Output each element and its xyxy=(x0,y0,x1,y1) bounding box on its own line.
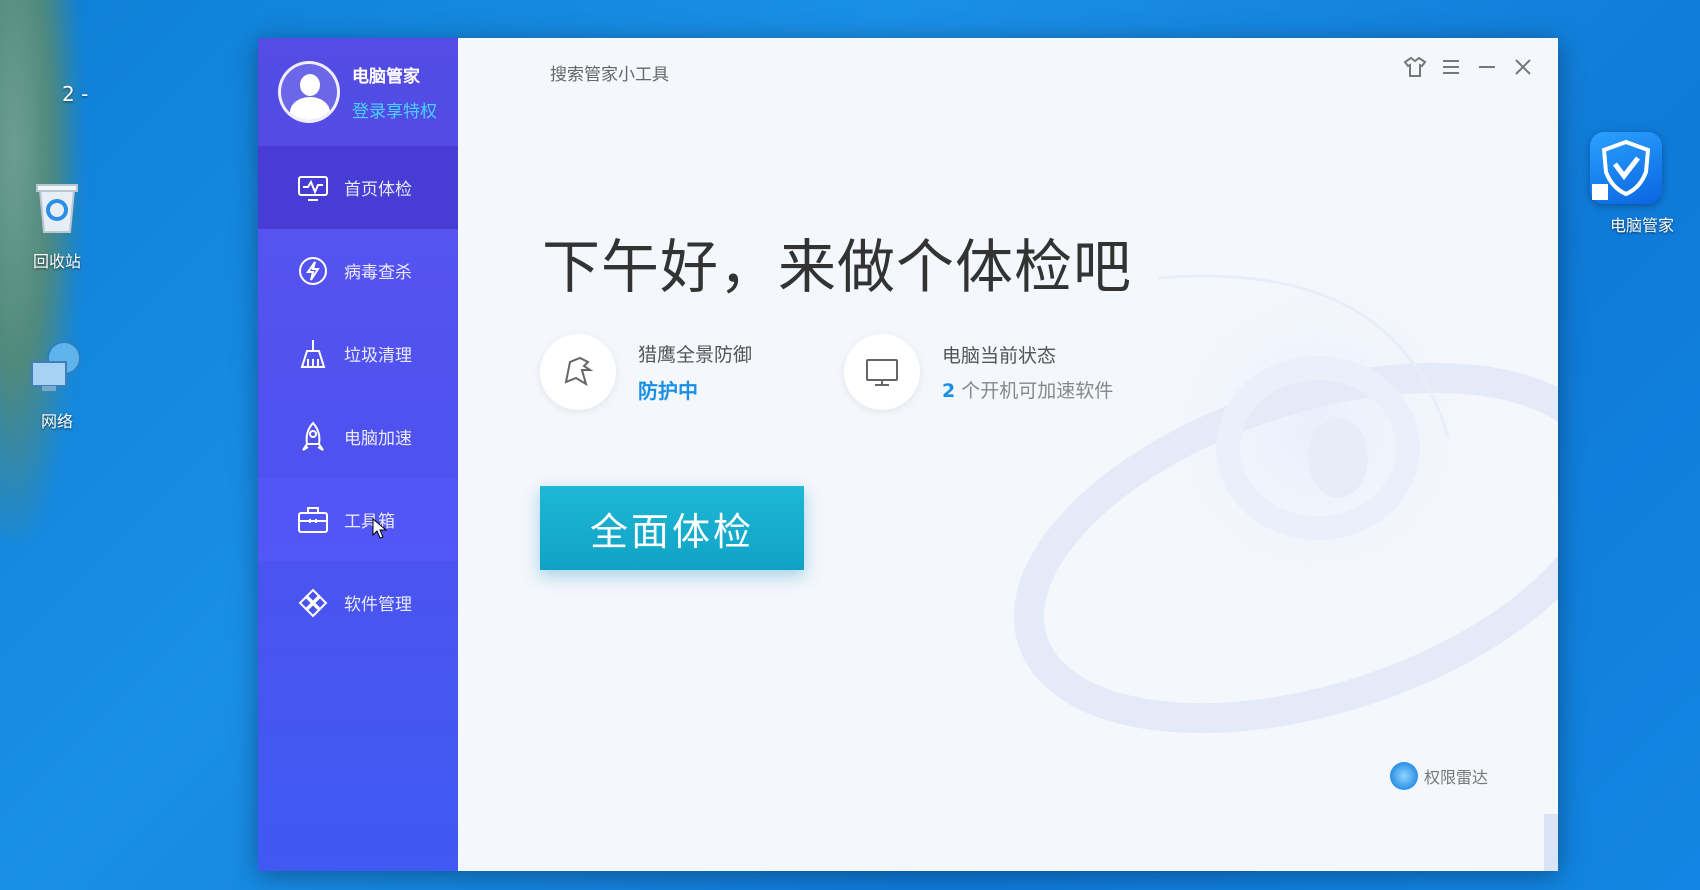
rocket-icon xyxy=(296,420,330,454)
eagle-icon xyxy=(540,334,616,410)
minimize-icon xyxy=(1479,66,1495,68)
protection-value: 防护中 xyxy=(638,379,698,403)
network-icon xyxy=(31,341,81,391)
profile-area[interactable]: 电脑管家 登录享特权 xyxy=(258,38,458,146)
mouse-cursor-icon xyxy=(372,518,388,539)
profile-name: 电脑管家 xyxy=(352,67,420,87)
pc-status-title: 电脑当前状态 xyxy=(942,345,1057,367)
pc-status-count: 2 xyxy=(942,380,956,402)
recycle-bin-icon xyxy=(36,184,78,233)
sidebar-item-label: 垃圾清理 xyxy=(344,346,412,366)
sidebar-item-label: 首页体检 xyxy=(344,180,412,200)
pc-status-detail: 个开机可加速软件 xyxy=(961,380,1114,402)
pc-manager-window: 电脑管家 登录享特权 首页体检 病毒查杀 垃圾清理 电脑加速 工具箱 软件管理 … xyxy=(258,38,1558,871)
menu-button[interactable] xyxy=(1438,54,1464,80)
minimize-button[interactable] xyxy=(1474,54,1500,80)
permission-radar[interactable]: 权限雷达 xyxy=(1389,762,1488,790)
sidebar-item-toolbox[interactable]: 工具箱 xyxy=(258,478,458,561)
radar-icon xyxy=(1389,762,1418,790)
full-checkup-button[interactable]: 全面体检 xyxy=(540,486,804,570)
planet-illustration xyxy=(1013,274,1558,734)
recycle-bin-label: 回收站 xyxy=(32,252,81,271)
toolbox-icon xyxy=(296,503,330,537)
sidebar-item-home-checkup[interactable]: 首页体检 xyxy=(258,146,458,229)
broom-icon xyxy=(296,337,330,371)
protection-status[interactable]: 猎鹰全景防御 防护中 xyxy=(540,334,752,410)
pc-manager-shortcut-label: 电脑管家 xyxy=(1609,216,1674,235)
sidebar-item-virus-scan[interactable]: 病毒查杀 xyxy=(258,229,458,312)
menu-icon xyxy=(1443,60,1459,74)
main-panel: 搜索管家小工具 下午好，来做个体检吧 猎鹰全景防御 防护中 电脑当前状态 2 个… xyxy=(458,38,1558,871)
sidebar-item-label: 病毒查杀 xyxy=(344,263,412,283)
shirt-icon xyxy=(1403,56,1427,77)
desktop-partial-label: 2 - xyxy=(62,82,89,106)
monitor-pulse-icon xyxy=(296,171,330,205)
greeting-title: 下午好，来做个体检吧 xyxy=(542,233,1133,301)
sidebar-item-label: 软件管理 xyxy=(344,595,412,615)
titlebar-controls xyxy=(1402,54,1536,80)
sidebar-item-pc-boost[interactable]: 电脑加速 xyxy=(258,395,458,478)
sidebar-item-label: 电脑加速 xyxy=(344,429,412,449)
login-link[interactable]: 登录享特权 xyxy=(352,97,437,122)
sidebar: 电脑管家 登录享特权 首页体检 病毒查杀 垃圾清理 电脑加速 工具箱 软件管理 xyxy=(258,38,458,871)
shield-check-icon xyxy=(1592,139,1651,200)
protection-title: 猎鹰全景防御 xyxy=(638,344,753,366)
search-tool-link[interactable]: 搜索管家小工具 xyxy=(550,60,669,85)
sidebar-item-software-manager[interactable]: 软件管理 xyxy=(258,561,458,644)
avatar[interactable] xyxy=(278,61,340,123)
pc-manager-shortcut[interactable] xyxy=(1590,132,1662,204)
close-button[interactable] xyxy=(1510,54,1536,80)
monitor-icon xyxy=(844,334,920,410)
desktop-icon-recycle-bin[interactable]: 回收站 xyxy=(12,176,102,272)
pc-status[interactable]: 电脑当前状态 2 个开机可加速软件 xyxy=(844,334,1113,410)
skin-button[interactable] xyxy=(1402,54,1428,80)
software-icon xyxy=(296,586,330,620)
lightning-icon xyxy=(296,254,330,288)
scrollbar[interactable] xyxy=(1544,814,1558,871)
sidebar-item-junk-clean[interactable]: 垃圾清理 xyxy=(258,312,458,395)
close-icon xyxy=(1515,59,1531,75)
desktop-icon-network[interactable]: 网络 xyxy=(12,336,102,432)
network-label: 网络 xyxy=(40,412,73,431)
radar-label: 权限雷达 xyxy=(1423,768,1488,787)
